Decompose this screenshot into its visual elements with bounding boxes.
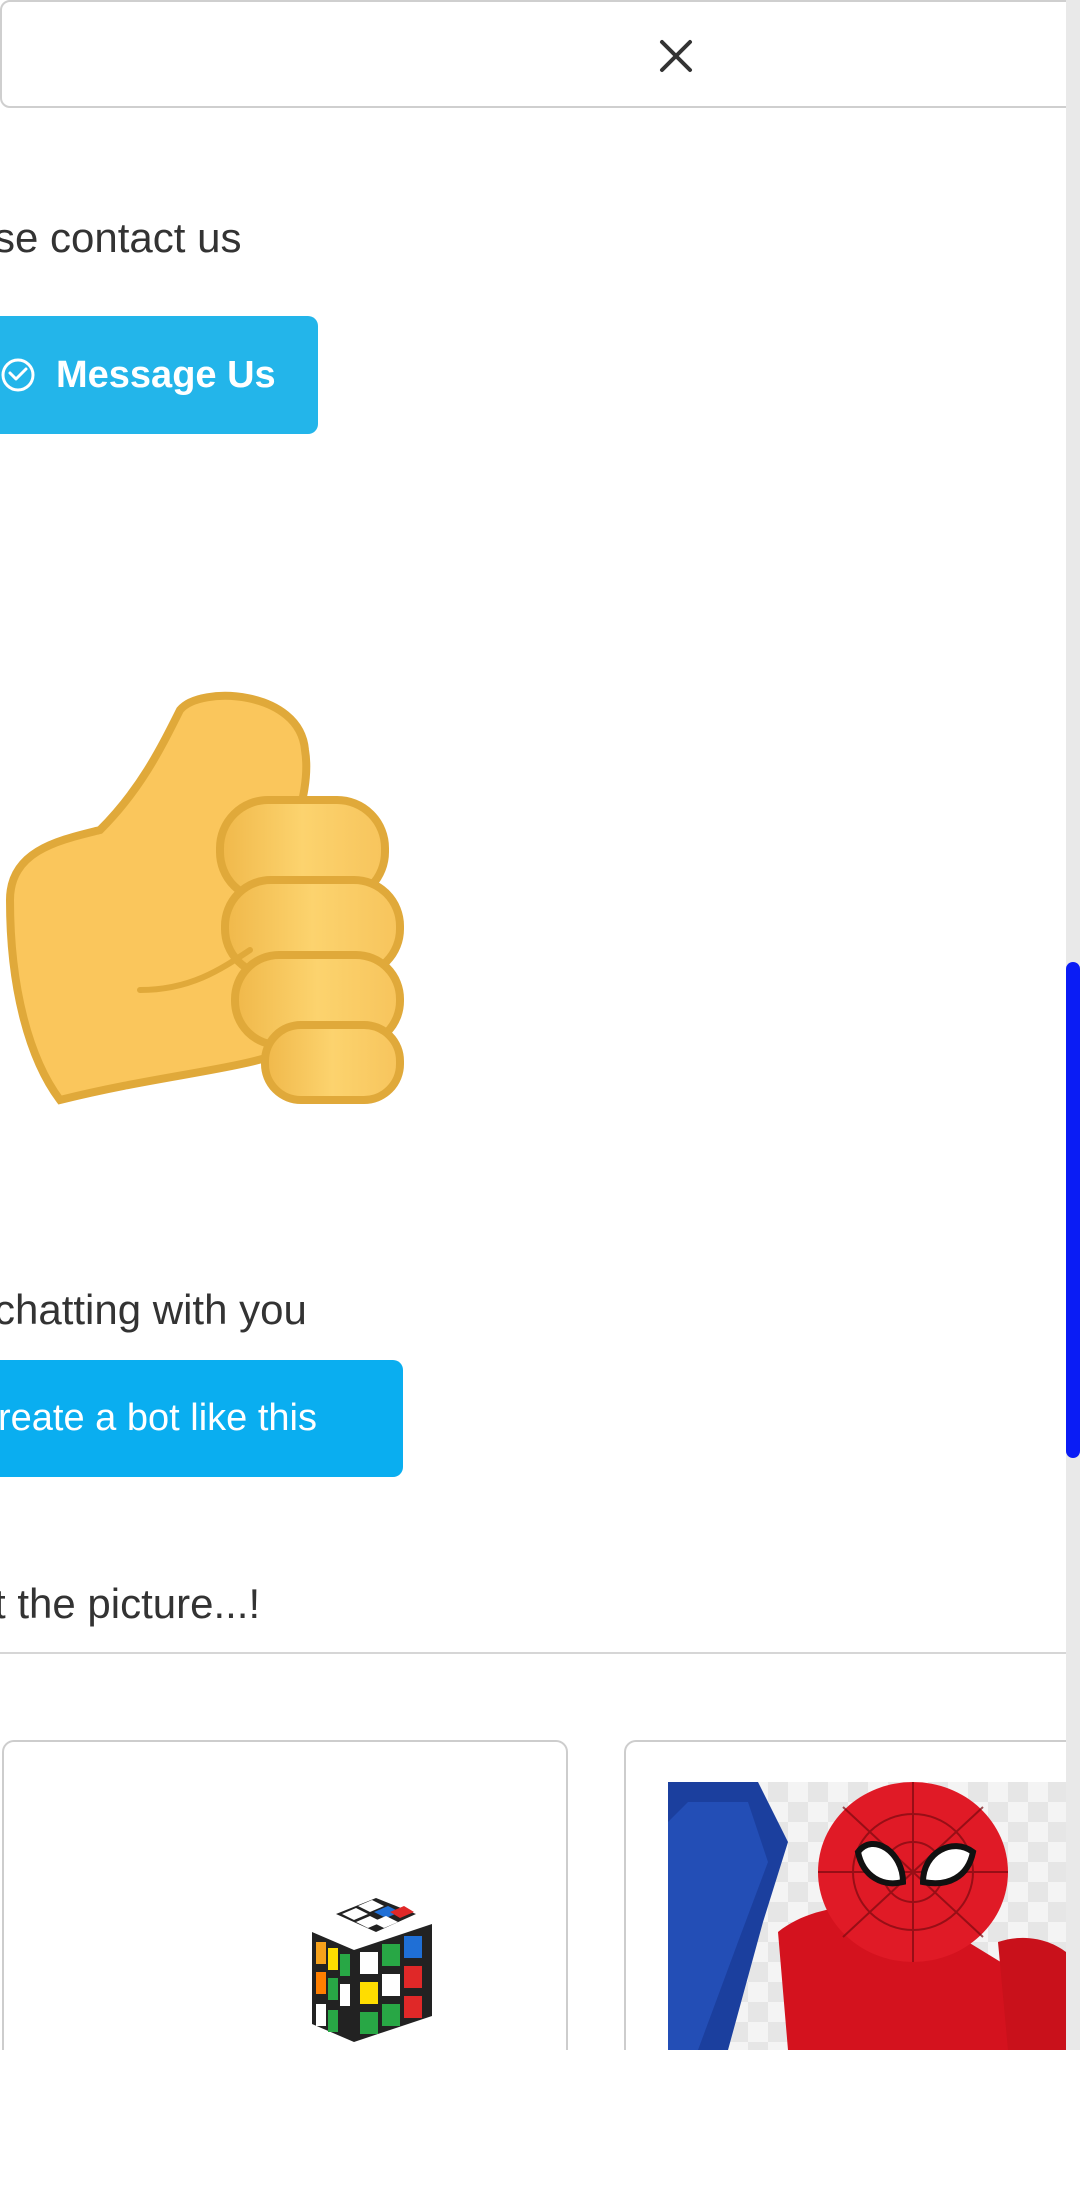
top-input-bar[interactable] [0, 0, 1066, 108]
spiderman-image [668, 1782, 1066, 2050]
image-card-rubiks[interactable] [2, 1740, 568, 2050]
message-us-button[interactable]: Message Us [0, 316, 318, 434]
picture-prompt: t the picture...! [0, 1580, 261, 1627]
chat-viewport: se contact us Message Us chatting with y… [0, 0, 1066, 2050]
rubiks-cube-image [312, 1898, 432, 2042]
bot-chat-text: chatting with you [0, 1286, 307, 1333]
close-icon[interactable] [652, 32, 700, 80]
thumbs-up-icon [5, 691, 404, 1105]
scrollbar-thumb[interactable] [1066, 962, 1080, 1458]
contact-text: se contact us [0, 214, 242, 261]
bottom-blank-area [0, 2050, 1080, 2208]
message-us-label: Message Us [56, 353, 276, 396]
messenger-icon [1, 358, 35, 392]
create-bot-button[interactable]: reate a bot like this [0, 1360, 403, 1477]
divider [0, 1652, 1066, 1654]
